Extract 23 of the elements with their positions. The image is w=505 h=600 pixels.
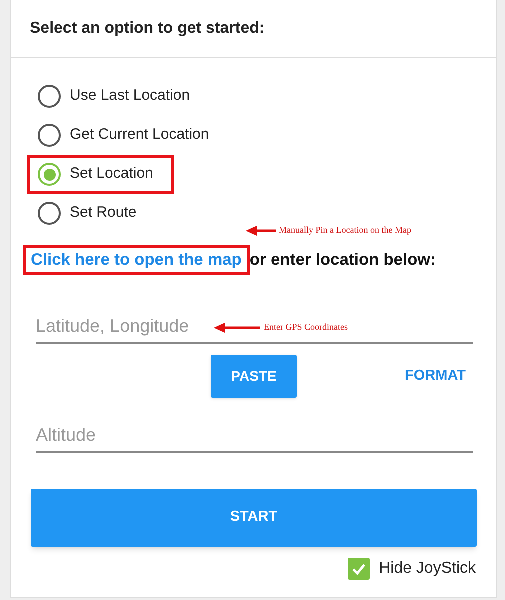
option-label: Set Route [70, 203, 137, 224]
radio-icon [38, 124, 61, 147]
option-label: Get Current Location [70, 125, 210, 146]
location-hint: or enter location below: [250, 250, 436, 271]
checkbox-label: Hide JoyStick [379, 559, 476, 579]
radio-option[interactable]: Get Current Location [27, 116, 230, 155]
option-label: Set Location [70, 164, 154, 184]
checkbox[interactable] [348, 558, 370, 580]
annotation-note: Enter GPS Coordinates [264, 321, 348, 334]
radio-icon [38, 202, 61, 225]
annotation-arrow [246, 224, 276, 237]
radio-option[interactable]: Set Location [27, 155, 174, 194]
heading: Select an option to get started: [30, 18, 265, 38]
altitude-field[interactable]: Altitude [36, 420, 473, 453]
annotation-note: Manually Pin a Location on the Map [279, 224, 412, 237]
radio-icon [38, 85, 61, 108]
annotation-arrow [214, 322, 260, 334]
radio-option[interactable]: Use Last Location [27, 77, 212, 116]
option-label: Use Last Location [70, 86, 190, 106]
format-button[interactable]: FORMAT [405, 366, 466, 388]
radio-option[interactable]: Set Route [27, 194, 158, 233]
open-map-link[interactable]: Click here to open the map [23, 245, 250, 275]
radio-icon [38, 163, 61, 186]
